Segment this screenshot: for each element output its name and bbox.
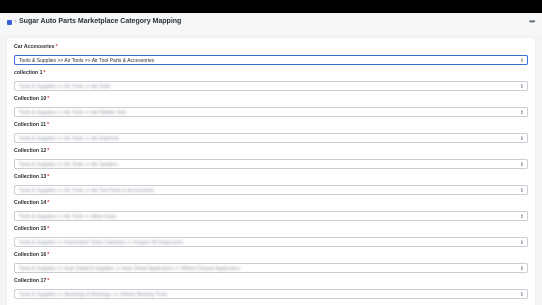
field-collection-10: Collection 10* Tools & Supplies >> Air T… [14, 96, 528, 117]
required-marker: * [47, 200, 50, 206]
field-collection-13: Collection 13* Tools & Supplies >> Air T… [14, 174, 528, 195]
dropdown-arrows-icon: ⇕ [519, 188, 524, 194]
field-label: collection 1* [14, 70, 46, 76]
category-select[interactable]: Tools & Supplies >> Air Tools >> Air San… [14, 159, 528, 169]
required-marker: * [47, 226, 50, 232]
select-value: Tools & Supplies >> Air Tools >> Air Dri… [19, 84, 111, 90]
dropdown-arrows-icon: ⇕ [519, 162, 524, 168]
field-label: Collection 13* [14, 174, 50, 180]
select-value: Tools & Supplies >> Air Tools >> Air San… [19, 162, 118, 168]
field-collection-11: Collection 11* Tools & Supplies >> Air T… [14, 122, 528, 143]
select-value: Tools & Supplies >> Bushings & Bearings … [19, 292, 168, 298]
required-marker: * [43, 70, 46, 76]
required-marker: * [47, 252, 50, 258]
field-collection-15: Collection 15* Tools & Supplies >> Autom… [14, 226, 528, 247]
home-icon[interactable] [7, 20, 12, 25]
field-label: Collection 10* [14, 96, 50, 102]
required-marker: * [47, 148, 50, 154]
dropdown-arrows-icon: ⇕ [519, 214, 524, 220]
field-label: Car Accessories* [14, 44, 58, 50]
category-select[interactable]: Tools & Supplies >> Air Tools >> Blow Gu… [14, 211, 528, 221]
select-value: Tools & Supplies >> Air Tools >> Blow Gu… [19, 214, 117, 220]
category-select[interactable]: Tools & Supplies >> Air Tools >> Air Dri… [14, 81, 528, 91]
dropdown-arrows-icon: ⇕ [519, 240, 524, 246]
category-select[interactable]: Tools & Supplies >> Auto Detail & Suppli… [14, 263, 528, 273]
dropdown-arrows-icon: ⇕ [519, 58, 524, 64]
required-marker: * [47, 96, 50, 102]
page-header: › Sugar Auto Parts Marketplace Category … [0, 13, 542, 35]
breadcrumb-separator: › [14, 18, 17, 25]
field-collection-14: Collection 14* Tools & Supplies >> Air T… [14, 200, 528, 221]
page-title: Sugar Auto Parts Marketplace Category Ma… [19, 18, 182, 25]
field-label: Collection 17* [14, 278, 50, 284]
select-value: Tools & Supplies >> Air Tools >> Air Nib… [19, 110, 127, 116]
required-marker: * [55, 44, 58, 50]
category-select[interactable]: Tools & Supplies >> Air Tools >> Air Too… [14, 185, 528, 195]
select-value: Tools & Supplies >> Air Tools >> Air Too… [19, 188, 155, 194]
mapping-form-card: Car Accessories* Tools & Supplies >> Air… [7, 38, 535, 305]
category-select[interactable]: Tools & Supplies >> Automotive Tools Cab… [14, 237, 528, 247]
select-value: Tools & Supplies >> Air Tools >> Air Too… [19, 58, 155, 64]
dropdown-arrows-icon: ⇕ [519, 84, 524, 90]
select-value: Tools & Supplies >> Auto Detail & Suppli… [19, 266, 241, 272]
field-collection-16: Collection 16* Tools & Supplies >> Auto … [14, 252, 528, 273]
field-label: Collection 14* [14, 200, 50, 206]
category-select[interactable]: Tools & Supplies >> Air Tools >> Air Nib… [14, 107, 528, 117]
required-marker: * [47, 278, 50, 284]
category-select[interactable]: Tools & Supplies >> Air Tools >> Air Too… [14, 55, 528, 65]
dropdown-arrows-icon: ⇕ [519, 110, 524, 116]
category-select[interactable]: Tools & Supplies >> Air Tools >> Air Rat… [14, 133, 528, 143]
field-car-accessories: Car Accessories* Tools & Supplies >> Air… [14, 44, 528, 65]
select-value: Tools & Supplies >> Air Tools >> Air Rat… [19, 136, 119, 142]
required-marker: * [47, 122, 50, 128]
required-marker: * [47, 174, 50, 180]
dropdown-arrows-icon: ⇕ [519, 136, 524, 142]
field-label: Collection 16* [14, 252, 50, 258]
field-label: Collection 12* [14, 148, 50, 154]
field-collection-12: Collection 12* Tools & Supplies >> Air T… [14, 148, 528, 169]
field-label: Collection 15* [14, 226, 50, 232]
dropdown-arrows-icon: ⇕ [519, 292, 524, 298]
field-collection-1: collection 1* Tools & Supplies >> Air To… [14, 70, 528, 91]
select-value: Tools & Supplies >> Automotive Tools Cab… [19, 240, 184, 246]
category-select[interactable]: Tools & Supplies >> Bushings & Bearings … [14, 289, 528, 299]
more-options-icon[interactable]: ••• [529, 17, 535, 26]
app-window: › Sugar Auto Parts Marketplace Category … [0, 13, 542, 305]
field-label: Collection 11* [14, 122, 50, 128]
dropdown-arrows-icon: ⇕ [519, 266, 524, 272]
field-collection-17: Collection 17* Tools & Supplies >> Bushi… [14, 278, 528, 299]
